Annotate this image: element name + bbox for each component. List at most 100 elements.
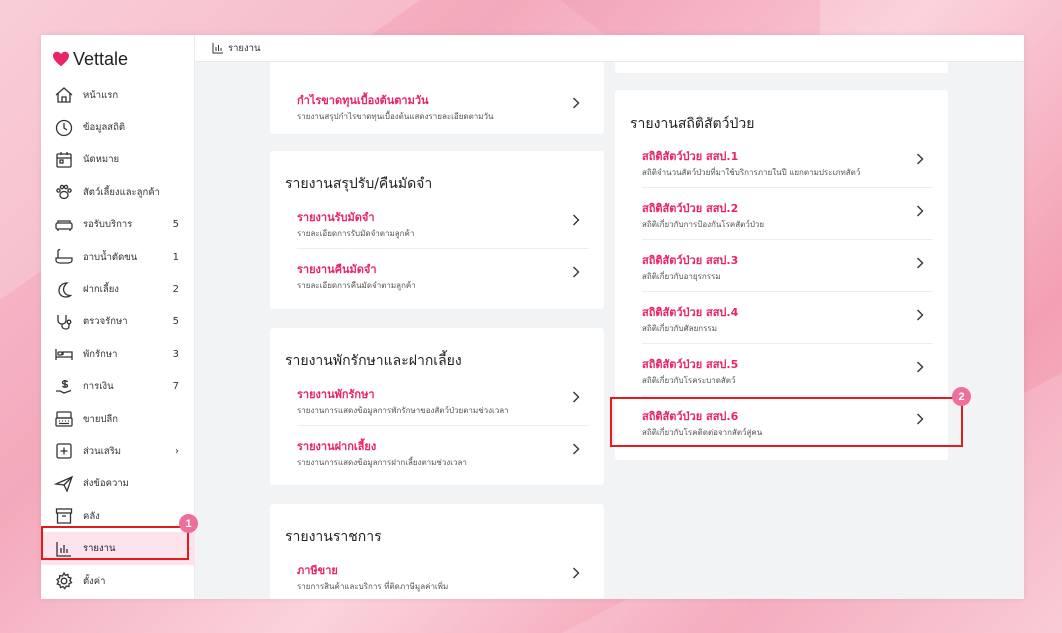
highlight-sick-stats-6 xyxy=(610,397,963,447)
paw-icon xyxy=(54,182,74,202)
chevron-right-icon xyxy=(571,389,581,403)
report-item[interactable]: รายงานคืนมัดจำ รายละเอียดการคืนมัดจำตามล… xyxy=(297,249,589,301)
report-item-title: สถิติสัตว์ป่วย สสป.3 xyxy=(642,254,739,267)
home-icon xyxy=(54,85,74,105)
sidebar-item-waiting[interactable]: รอรับบริการ 5 xyxy=(41,209,195,241)
report-item-title: ภาษีขาย xyxy=(297,564,338,577)
sidebar-item-label: อาบน้ำตัดขน xyxy=(83,251,138,263)
highlight-reports xyxy=(41,526,189,560)
sidebar-item-hospitalization[interactable]: พักรักษา 3 xyxy=(41,338,195,370)
report-item-subtitle: สถิติเกี่ยวกับศัลยกรรม xyxy=(642,324,717,333)
sidebar-item-label: ส่วนเสริม xyxy=(83,445,122,457)
chevron-right-icon xyxy=(915,307,925,321)
sidebar-item-count: 3 xyxy=(172,348,179,360)
send-icon xyxy=(54,474,74,494)
sidebar-item-label: นัดหมาย xyxy=(83,154,120,166)
sidebar-item-count: 7 xyxy=(172,381,179,393)
cash-register-icon xyxy=(54,409,74,429)
report-item[interactable]: รายงานฝากเลี้ยง รายงานการแสดงข้อมูลการฝา… xyxy=(297,426,589,478)
sidebar-nav: หน้าแรก ข้อมูลสถิติ นัดหมาย สัตว์เลี้ยงแ… xyxy=(41,79,195,597)
sidebar-item-home[interactable]: หน้าแรก xyxy=(41,79,195,111)
deposit-report-card: รายงานสรุปรับ/คืนมัดจำ รายงานรับมัดจำ รา… xyxy=(270,151,604,309)
page-title: รายงาน xyxy=(228,42,261,54)
report-chart-icon xyxy=(212,43,223,54)
breadcrumb: รายงาน xyxy=(195,35,1024,62)
profit-report-card: กำไรขาดทุนเบื้องต้นตามวัน รายงานสรุปกำไร… xyxy=(270,62,604,134)
sidebar-item-settings[interactable]: ตั้งค่า xyxy=(41,565,195,597)
sidebar-item-label: พักรักษา xyxy=(83,348,118,360)
sidebar-item-label: ส่งข้อความ xyxy=(83,478,129,490)
sidebar-item-count: 5 xyxy=(172,316,179,328)
report-item-title: รายงานฝากเลี้ยง xyxy=(297,440,377,453)
stethoscope-icon xyxy=(54,312,74,332)
sidebar-item-appointments[interactable]: นัดหมาย xyxy=(41,144,195,176)
report-item-subtitle: สถิติเกี่ยวกับโรคระบาดสัตว์ xyxy=(642,376,736,385)
sidebar-item-label: หน้าแรก xyxy=(83,89,119,101)
card-title: รายงานสถิติสัตว์ป่วย xyxy=(630,116,755,132)
sidebar-item-count: 2 xyxy=(172,284,179,296)
sidebar-item-stats[interactable]: ข้อมูลสถิติ xyxy=(41,111,195,143)
step-badge-2: 2 xyxy=(952,387,971,406)
step-badge-1: 1 xyxy=(179,514,198,533)
money-icon xyxy=(54,377,74,397)
sidebar-item-treatment[interactable]: ตรวจรักษา 5 xyxy=(41,306,195,338)
card-title: รายงานราชการ xyxy=(285,529,382,545)
sofa-icon xyxy=(54,215,74,235)
app-name: Vettale xyxy=(73,48,129,69)
plus-box-icon xyxy=(54,441,74,461)
report-item-subtitle: สถิติจำนวนสัตว์ป่วยที่มาใช้บริการภายในปี… xyxy=(642,168,861,177)
sidebar-item-count: 1 xyxy=(172,251,179,263)
government-report-card: รายงานราชการ ภาษีขาย รายการสินค้าและบริก… xyxy=(270,504,604,599)
sidebar-item-addons[interactable]: ส่วนเสริม › xyxy=(41,435,195,467)
report-item-subtitle: รายงานการแสดงข้อมูลการพักรักษาของสัตว์ป่… xyxy=(297,406,509,415)
report-item[interactable]: สถิติสัตว์ป่วย สสป.1 สถิติจำนวนสัตว์ป่วย… xyxy=(642,136,933,188)
sidebar-item-count: 5 xyxy=(172,219,179,231)
app-logo[interactable]: Vettale xyxy=(52,48,128,70)
report-item[interactable]: สถิติสัตว์ป่วย สสป.5 สถิติเกี่ยวกับโรคระ… xyxy=(642,344,933,396)
card-title: รายงานพักรักษาและฝากเลี้ยง xyxy=(285,353,462,369)
gear-icon xyxy=(54,571,74,591)
report-item[interactable]: สถิติสัตว์ป่วย สสป.3 สถิติเกี่ยวกับอายุร… xyxy=(642,240,933,292)
report-item[interactable]: กำไรขาดทุนเบื้องต้นตามวัน รายงานสรุปกำไร… xyxy=(297,80,589,132)
chevron-right-icon xyxy=(571,264,581,278)
sidebar-item-label: คลัง xyxy=(83,510,100,522)
chevron-right-icon xyxy=(571,95,581,109)
report-item-title: รายงานรับมัดจำ xyxy=(297,211,375,224)
sidebar-item-label: ตรวจรักษา xyxy=(83,316,128,328)
chevron-right-icon xyxy=(571,212,581,226)
sidebar-item-pets-customers[interactable]: สัตว์เลี้ยงและลูกค้า xyxy=(41,176,195,208)
report-item-title: รายงานคืนมัดจำ xyxy=(297,263,377,276)
main-content[interactable]: กำไรขาดทุนเบื้องต้นตามวัน รายงานสรุปกำไร… xyxy=(195,62,1024,599)
report-item-subtitle: รายละเอียดการคืนมัดจำตามลูกค้า xyxy=(297,281,416,290)
report-item[interactable]: สถิติสัตว์ป่วย สสป.4 สถิติเกี่ยวกับศัลยก… xyxy=(642,292,933,344)
report-item-subtitle: สถิติเกี่ยวกับการป้องกันโรคสัตว์ป่วย xyxy=(642,220,765,229)
report-item[interactable]: รายงานรับมัดจำ รายละเอียดการรับมัดจำตามล… xyxy=(297,197,589,249)
sidebar-item-retail[interactable]: ขายปลีก xyxy=(41,403,195,435)
bed-icon xyxy=(54,344,74,364)
report-item-subtitle: สถิติเกี่ยวกับอายุรกรรม xyxy=(642,272,721,281)
sidebar-item-label: ข้อมูลสถิติ xyxy=(83,122,126,134)
report-item-title: สถิติสัตว์ป่วย สสป.5 xyxy=(642,358,739,371)
sidebar-item-finance[interactable]: การเงิน 7 xyxy=(41,371,195,403)
report-item[interactable]: สถิติสัตว์ป่วย สสป.2 สถิติเกี่ยวกับการป้… xyxy=(642,188,933,240)
report-item-title: สถิติสัตว์ป่วย สสป.2 xyxy=(642,202,739,215)
moon-icon xyxy=(54,280,74,300)
archive-icon xyxy=(54,506,74,526)
report-item-title: รายงานพักรักษา xyxy=(297,388,375,401)
report-item[interactable]: ภาษีขาย รายการสินค้าและบริการ ที่ติดภาษี… xyxy=(297,550,589,599)
sidebar-item-boarding[interactable]: ฝากเลี้ยง 2 xyxy=(41,273,195,305)
report-item-subtitle: รายงานสรุปกำไรขาดทุนเบื้องต้นแสดงรายละเอ… xyxy=(297,112,494,121)
report-item-subtitle: รายการสินค้าและบริการ ที่ติดภาษีมูลค่าเพ… xyxy=(297,582,449,591)
report-item-subtitle: รายละเอียดการรับมัดจำตามลูกค้า xyxy=(297,229,415,238)
report-item-title: กำไรขาดทุนเบื้องต้นตามวัน xyxy=(297,94,429,107)
app-window: Vettale หน้าแรก ข้อมูลสถิติ นัดหมาย สัตว… xyxy=(41,35,1024,599)
card-title: รายงานสรุปรับ/คืนมัดจำ xyxy=(285,176,433,192)
sidebar-item-grooming[interactable]: อาบน้ำตัดขน 1 xyxy=(41,241,195,273)
report-item[interactable]: รายงานพักรักษา รายงานการแสดงข้อมูลการพัก… xyxy=(297,374,589,426)
sidebar-item-label: สัตว์เลี้ยงและลูกค้า xyxy=(83,186,160,198)
report-item-title: สถิติสัตว์ป่วย สสป.4 xyxy=(642,306,739,319)
sidebar-item-messages[interactable]: ส่งข้อความ xyxy=(41,468,195,500)
chevron-right-icon xyxy=(915,359,925,373)
chevron-right-icon xyxy=(915,203,925,217)
sidebar-item-label: ตั้งค่า xyxy=(83,575,106,587)
